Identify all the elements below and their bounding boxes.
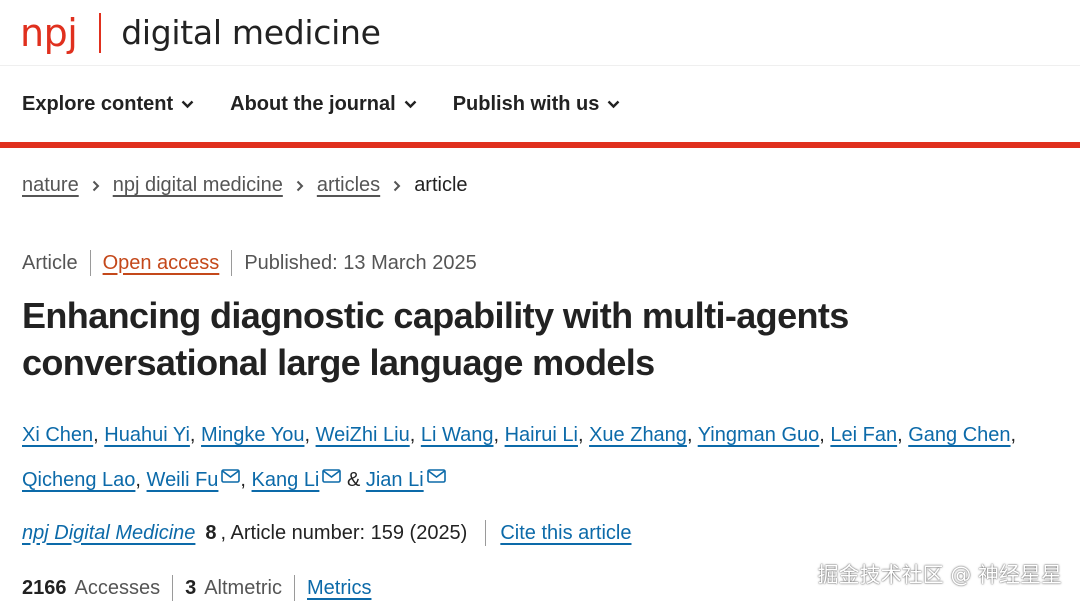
nav-publish-with-us[interactable]: Publish with us — [453, 93, 621, 116]
accesses-label: Accesses — [74, 576, 161, 599]
article-type: Article — [22, 251, 78, 274]
nav-about-the-journal[interactable]: About the journal — [230, 93, 417, 116]
metrics-divider — [172, 575, 174, 601]
article-meta: Article Open access Published: 13 March … — [22, 250, 477, 276]
chevron-down-icon — [607, 100, 620, 109]
author-link[interactable]: Xue Zhang — [589, 424, 687, 446]
author-link[interactable]: Huahui Yi — [104, 424, 190, 446]
chevron-right-icon — [92, 180, 100, 192]
author-link[interactable]: Qicheng Lao — [22, 469, 135, 491]
article-number: , Article number: 159 (2025) — [220, 521, 468, 544]
nav-item-label: About the journal — [230, 92, 396, 115]
mail-icon[interactable] — [426, 456, 446, 498]
author-link[interactable]: Lei Fan — [830, 424, 897, 446]
breadcrumb-articles[interactable]: articles — [317, 174, 380, 197]
breadcrumb: nature npj digital medicine articles art… — [22, 174, 468, 197]
author-link[interactable]: Weili Fu — [147, 469, 219, 491]
chevron-down-icon — [404, 100, 417, 109]
metrics-link[interactable]: Metrics — [307, 577, 371, 600]
altmetric-label: Altmetric — [204, 576, 283, 599]
cite-this-article-link[interactable]: Cite this article — [500, 522, 631, 545]
author-link[interactable]: Yingman Guo — [698, 424, 820, 446]
mail-icon[interactable] — [322, 456, 342, 498]
header-red-rule — [0, 142, 1080, 148]
mail-icon[interactable] — [221, 456, 241, 498]
author-link[interactable]: Hairui Li — [505, 424, 578, 446]
logo-npj[interactable]: npj — [20, 14, 78, 52]
author-link[interactable]: Gang Chen — [908, 424, 1010, 446]
altmetric-count: 3 — [185, 576, 197, 599]
chevron-down-icon — [181, 100, 194, 109]
site-header: npj digital medicine — [0, 0, 1080, 66]
logo-divider — [99, 12, 102, 53]
logo-journal-title[interactable]: digital medicine — [121, 16, 381, 49]
author-link[interactable]: Kang Li — [252, 469, 320, 491]
chevron-right-icon — [296, 180, 304, 192]
citation-divider — [485, 520, 487, 546]
author-list: Xi Chen, Huahui Yi, Mingke You, WeiZhi L… — [22, 414, 1062, 501]
main-navigation: Explore content About the journal Publis… — [0, 66, 1080, 142]
breadcrumb-nature[interactable]: nature — [22, 174, 79, 197]
meta-divider — [89, 250, 91, 276]
open-access-link[interactable]: Open access — [103, 252, 220, 275]
nav-explore-content[interactable]: Explore content — [22, 93, 194, 116]
chevron-right-icon — [393, 180, 401, 192]
author-link[interactable]: Mingke You — [201, 424, 304, 446]
journal-link[interactable]: npj Digital Medicine — [22, 522, 195, 545]
author-link[interactable]: Li Wang — [421, 424, 494, 446]
author-link[interactable]: Xi Chen — [22, 424, 93, 446]
watermark: 掘金技术社区 @ 神经星星 — [817, 563, 1062, 587]
citation-line: npj Digital Medicine 8 , Article number:… — [22, 520, 632, 546]
article-metrics: 2166 Accesses 3 Altmetric Metrics — [22, 575, 371, 601]
nav-item-label: Publish with us — [452, 92, 600, 115]
breadcrumb-npj-digital-medicine[interactable]: npj digital medicine — [113, 174, 283, 197]
author-link[interactable]: Jian Li — [366, 469, 424, 491]
accesses-count: 2166 — [22, 576, 67, 599]
volume-number: 8 — [205, 521, 217, 544]
meta-divider — [231, 250, 233, 276]
published-date: Published: 13 March 2025 — [244, 251, 477, 274]
metrics-divider — [294, 575, 296, 601]
author-link[interactable]: WeiZhi Liu — [316, 424, 410, 446]
breadcrumb-current: article — [414, 174, 468, 196]
article-title: Enhancing diagnostic capability with mul… — [22, 295, 849, 383]
nav-item-label: Explore content — [22, 92, 174, 115]
